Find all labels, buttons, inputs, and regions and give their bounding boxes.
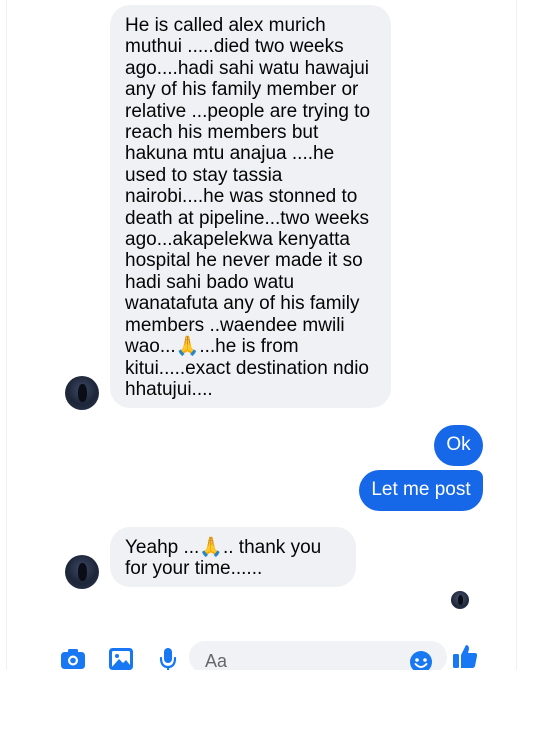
contact-avatar[interactable] (65, 555, 99, 589)
thumbs-up-icon[interactable] (452, 643, 478, 670)
contact-avatar[interactable] (65, 376, 99, 410)
message-text: Ok (446, 434, 471, 455)
emoji-icon[interactable] (409, 650, 433, 670)
microphone-icon[interactable] (159, 647, 177, 670)
message-text: He is called alex murich muthui .....die… (125, 15, 371, 400)
divider (6, 0, 7, 670)
message-text: Yeahp ...🙏.. thank you for your time....… (125, 537, 322, 580)
bottom-blank-area (0, 670, 542, 741)
divider (516, 0, 517, 670)
chat-screen: He is called alex murich muthui .....die… (0, 0, 542, 670)
camera-icon[interactable] (60, 648, 86, 670)
received-message-bubble[interactable]: He is called alex murich muthui .....die… (110, 5, 391, 408)
received-message-bubble[interactable]: Yeahp ...🙏.. thank you for your time....… (110, 527, 356, 587)
sent-message-bubble[interactable]: Ok (434, 425, 483, 466)
sent-message-bubble[interactable]: Let me post (359, 470, 483, 511)
seen-indicator-avatar (451, 591, 469, 609)
message-text: Let me post (371, 479, 471, 500)
gallery-icon[interactable] (108, 647, 134, 670)
input-placeholder: Aa (205, 651, 228, 670)
message-composer: Aa (0, 635, 542, 670)
